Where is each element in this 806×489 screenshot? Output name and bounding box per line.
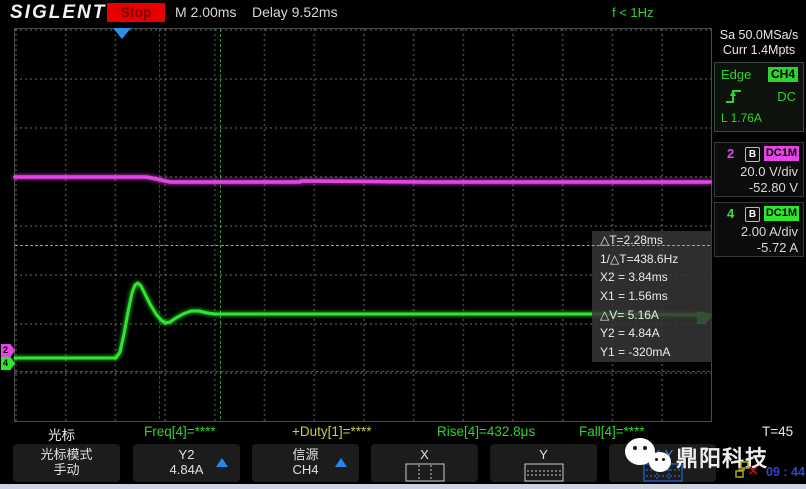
channel-2-number: 2	[727, 146, 734, 161]
duty-measurement: +Duty[1]=****	[292, 424, 372, 439]
cursor-mode-button[interactable]: 光标模式 手动	[13, 444, 120, 482]
memory-depth: Curr 1.4Mpts	[712, 43, 806, 58]
trigger-panel[interactable]: Edge CH4 DC L 1.76A	[714, 62, 804, 132]
x-cursors-label: X	[371, 447, 478, 462]
graticule	[14, 28, 712, 422]
trigger-coupling: DC	[777, 89, 796, 104]
measurement-bar: 光标 Freq[4]=**** +Duty[1]=**** Rise[4]=43…	[0, 422, 806, 442]
channel-4-coupling-badge: DC1M	[764, 206, 799, 221]
x-cursors-icon	[405, 463, 445, 482]
channel-2-scale: 20.0 V/div	[740, 164, 798, 179]
clock-readout[interactable]: 09 : 44	[766, 465, 805, 479]
cursor-x1-line[interactable]	[159, 29, 160, 419]
cursor-menu-title: 光标	[48, 424, 75, 444]
up-arrow-icon	[335, 458, 347, 467]
y2-readout: Y2 = 4.84A	[592, 324, 712, 343]
y2-cursor-button[interactable]: Y2 4.84A	[133, 444, 240, 482]
channel-2-panel[interactable]: 2 B DC1M 20.0 V/div -52.80 V	[714, 142, 804, 197]
channel-2-offset: -52.80 V	[749, 180, 798, 195]
y-cursors-icon	[524, 463, 564, 482]
brand-logo: SIGLENT	[10, 2, 106, 24]
delta-v-readout: △V= 5.16A	[592, 306, 712, 325]
network-disconnected-icon: ✕	[747, 462, 760, 480]
cursor-mode-value: 手动	[13, 462, 120, 477]
cursor-mode-label: 光标模式	[13, 447, 120, 462]
top-bar: SIGLENT Stop M 2.00ms Delay 9.52ms f < 1…	[0, 0, 806, 26]
sample-rate: Sa 50.0MSa/s	[712, 28, 806, 43]
right-sidebar: Sa 50.0MSa/s Curr 1.4Mpts Edge CH4 DC L …	[712, 26, 806, 446]
channel-2-bandwidth-badge: B	[745, 147, 760, 162]
rising-edge-icon	[725, 87, 743, 105]
timebase-readout[interactable]: M 2.00ms	[175, 4, 236, 20]
source-button[interactable]: 信源 CH4	[252, 444, 359, 482]
fall-measurement: Fall[4]=****	[579, 424, 645, 439]
y-cursors-label: Y	[490, 447, 597, 462]
x-cursors-button[interactable]: X	[371, 444, 478, 482]
cursor-x2-line[interactable]	[220, 29, 221, 419]
trigger-type: Edge	[721, 67, 751, 82]
channel-4-number: 4	[727, 206, 734, 221]
up-arrow-icon	[216, 458, 228, 467]
trigger-level-readout: L 1.76A	[721, 111, 762, 125]
photo-edge-strip	[0, 484, 806, 489]
channel-4-offset: -5.72 A	[757, 240, 798, 255]
delta-t-readout: △T=2.28ms	[592, 231, 712, 250]
channel-4-offset-marker[interactable]: 4	[1, 357, 15, 370]
inv-delta-t-readout: 1/△T=438.6Hz	[592, 250, 712, 269]
cursor-y1-line[interactable]	[15, 371, 710, 372]
cursor-y2-line[interactable]	[15, 245, 710, 246]
x1-readout: X1 = 1.56ms	[592, 287, 712, 306]
acquisition-info: Sa 50.0MSa/s Curr 1.4Mpts	[712, 28, 806, 58]
y-cursors-button[interactable]: Y	[490, 444, 597, 482]
trigger-source-badge: CH4	[768, 67, 798, 82]
channel-4-panel[interactable]: 4 B DC1M 2.00 A/div -5.72 A	[714, 202, 804, 257]
x2-readout: X2 = 3.84ms	[592, 268, 712, 287]
channel-2-offset-marker[interactable]: 2	[1, 344, 15, 357]
freq-measurement: Freq[4]=****	[144, 424, 216, 439]
run-state-badge[interactable]: Stop	[107, 3, 165, 22]
oscilloscope-screen: SIGLENT Stop M 2.00ms Delay 9.52ms f < 1…	[0, 0, 806, 489]
cursor-measurement-box: △T=2.28ms 1/△T=438.6Hz X2 = 3.84ms X1 = …	[592, 231, 712, 362]
rise-measurement: Rise[4]=432.8μs	[437, 424, 535, 439]
delay-readout[interactable]: Delay 9.52ms	[252, 4, 338, 20]
trigger-frequency-readout: f < 1Hz	[612, 5, 654, 20]
trigger-count: T=45	[762, 424, 793, 439]
channel-4-bandwidth-badge: B	[745, 207, 760, 222]
channel-2-coupling-badge: DC1M	[764, 146, 799, 161]
y1-readout: Y1 = -320mA	[592, 343, 712, 362]
channel-4-scale: 2.00 A/div	[741, 224, 798, 239]
